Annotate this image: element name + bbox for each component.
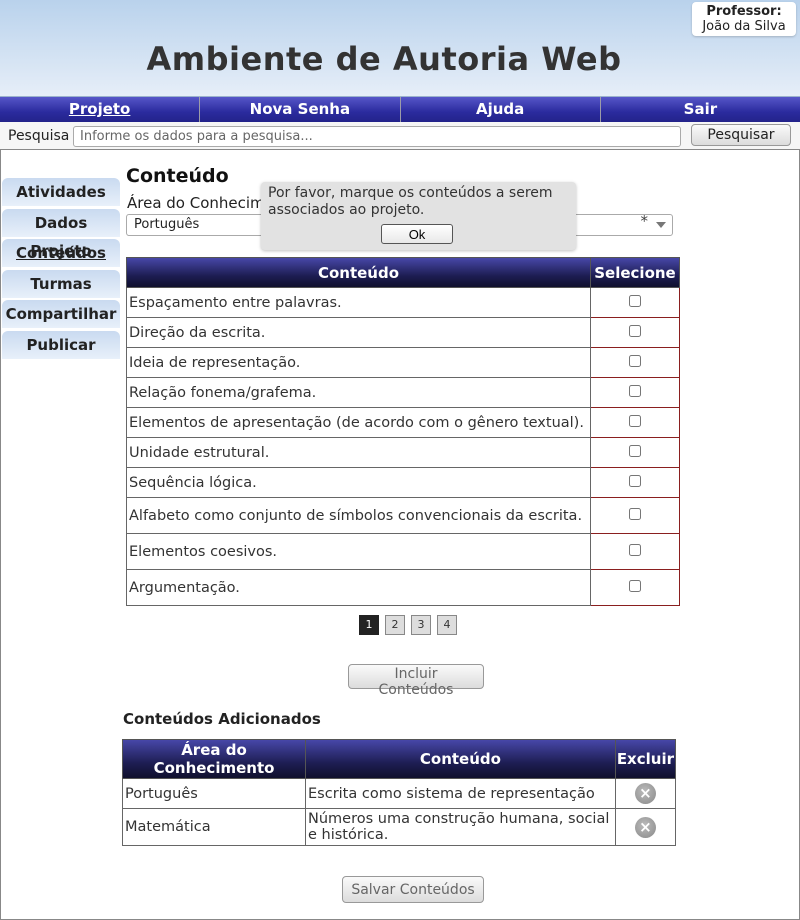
row-label: Ideia de representação. [126, 347, 591, 378]
search-button[interactable]: Pesquisar [691, 124, 791, 146]
header-excluir: Excluir [614, 739, 677, 779]
table-row: Direção da escrita. [126, 317, 680, 348]
sidebar-item-atividades[interactable]: Atividades [2, 178, 120, 206]
nav-sair[interactable]: Sair [600, 97, 800, 122]
popup-ok-button[interactable]: Ok [381, 224, 453, 244]
table-row: Relação fonema/grafema. [126, 377, 680, 408]
chevron-down-icon [656, 222, 666, 228]
save-content-button[interactable]: Salvar Conteúdos [342, 876, 484, 903]
remove-circle-icon[interactable]: × [634, 816, 656, 838]
include-content-button[interactable]: Incluir Conteúdos [348, 664, 484, 698]
row-conteudo: Números uma construção humana, social e … [305, 808, 616, 846]
popup-message: Por favor, marque os conteúdos a serem a… [268, 185, 553, 218]
remove-circle-icon[interactable]: × [634, 783, 656, 804]
page-button-3[interactable]: 3 [411, 615, 431, 635]
row-label: Espaçamento entre palavras. [126, 287, 591, 318]
professor-info: Professor: João da Silva [692, 2, 796, 36]
header-selecione: Selecione [590, 257, 680, 288]
table-row: Matemática Números uma construção humana… [122, 808, 677, 846]
header-area: Área do Conhecimento [122, 739, 306, 779]
page-button-4[interactable]: 4 [437, 615, 457, 635]
page-title: Conteúdo [126, 165, 229, 187]
select-checkbox[interactable] [629, 579, 641, 592]
sidebar-item-conteudos[interactable]: Conteúdos [2, 239, 120, 267]
sidebar: Atividades Dados Projeto Conteúdos Turma… [2, 178, 120, 361]
header: Ambiente de Autoria Web Professor: João … [0, 0, 800, 97]
select-checkbox[interactable] [629, 354, 641, 367]
select-checkbox[interactable] [629, 444, 641, 457]
table-header-row: Conteúdo Selecione [126, 257, 680, 288]
table-row: Elementos de apresentação (de acordo com… [126, 407, 680, 438]
nav-nova-senha[interactable]: Nova Senha [200, 97, 401, 122]
select-checkbox[interactable] [629, 324, 641, 337]
sidebar-item-compartilhar[interactable]: Compartilhar [2, 300, 120, 328]
row-label: Elementos de apresentação (de acordo com… [126, 407, 591, 438]
table-row: Sequência lógica. [126, 467, 680, 498]
table-row: Português Escrita como sistema de repres… [122, 778, 677, 809]
select-checkbox[interactable] [629, 507, 641, 520]
search-label: Pesquisa [8, 128, 70, 144]
row-label: Elementos coesivos. [126, 533, 591, 570]
select-checkbox[interactable] [629, 474, 641, 487]
added-content-table: Área do Conhecimento Conteúdo Excluir Po… [122, 739, 677, 846]
row-area: Matemática [122, 808, 306, 846]
sidebar-item-dados-projeto[interactable]: Dados Projeto [2, 208, 120, 260]
select-checkbox[interactable] [629, 414, 641, 427]
sidebar-item-publicar[interactable]: Publicar [2, 330, 120, 359]
header-conteudo: Conteúdo [126, 257, 591, 288]
nav-projeto[interactable]: Projeto [0, 97, 201, 122]
header-conteudo-added: Conteúdo [305, 739, 616, 779]
select-checkbox[interactable] [629, 294, 641, 307]
row-label: Unidade estrutural. [126, 437, 591, 468]
sidebar-item-turmas[interactable]: Turmas [2, 269, 120, 298]
search-bar: Pesquisa [0, 122, 800, 150]
added-section-title: Conteúdos Adicionados [123, 710, 321, 728]
row-label: Relação fonema/grafema. [126, 377, 591, 408]
row-label: Direção da escrita. [126, 317, 591, 348]
select-checkbox[interactable] [629, 543, 641, 556]
table-row: Unidade estrutural. [126, 437, 680, 468]
row-area: Português [122, 778, 306, 809]
page-button-2[interactable]: 2 [385, 615, 405, 635]
professor-label: Professor: [706, 4, 782, 19]
added-header-row: Área do Conhecimento Conteúdo Excluir [122, 739, 677, 779]
pagination: 1 2 3 4 [359, 615, 457, 635]
page-button-1[interactable]: 1 [359, 615, 379, 635]
search-input[interactable] [73, 126, 681, 147]
table-row: Espaçamento entre palavras. [126, 287, 680, 318]
top-nav: Projeto Nova Senha Ajuda Sair [0, 97, 800, 122]
table-row: Elementos coesivos. [126, 533, 680, 570]
conteudo-table: Conteúdo Selecione Espaçamento entre pal… [126, 257, 680, 606]
area-selected-value: Português [134, 217, 200, 232]
required-mark: * [640, 212, 649, 230]
row-label: Argumentação. [126, 569, 591, 606]
nav-ajuda[interactable]: Ajuda [400, 97, 601, 122]
table-row: Alfabeto como conjunto de símbolos conve… [126, 497, 680, 534]
row-label: Alfabeto como conjunto de símbolos conve… [126, 497, 591, 534]
professor-name: João da Silva [702, 19, 786, 34]
table-row: Argumentação. [126, 569, 680, 606]
app-title: Ambiente de Autoria Web [146, 40, 622, 78]
row-label: Sequência lógica. [126, 467, 591, 498]
row-conteudo: Escrita como sistema de representação [305, 778, 616, 809]
table-row: Ideia de representação. [126, 347, 680, 378]
select-checkbox[interactable] [629, 384, 641, 397]
